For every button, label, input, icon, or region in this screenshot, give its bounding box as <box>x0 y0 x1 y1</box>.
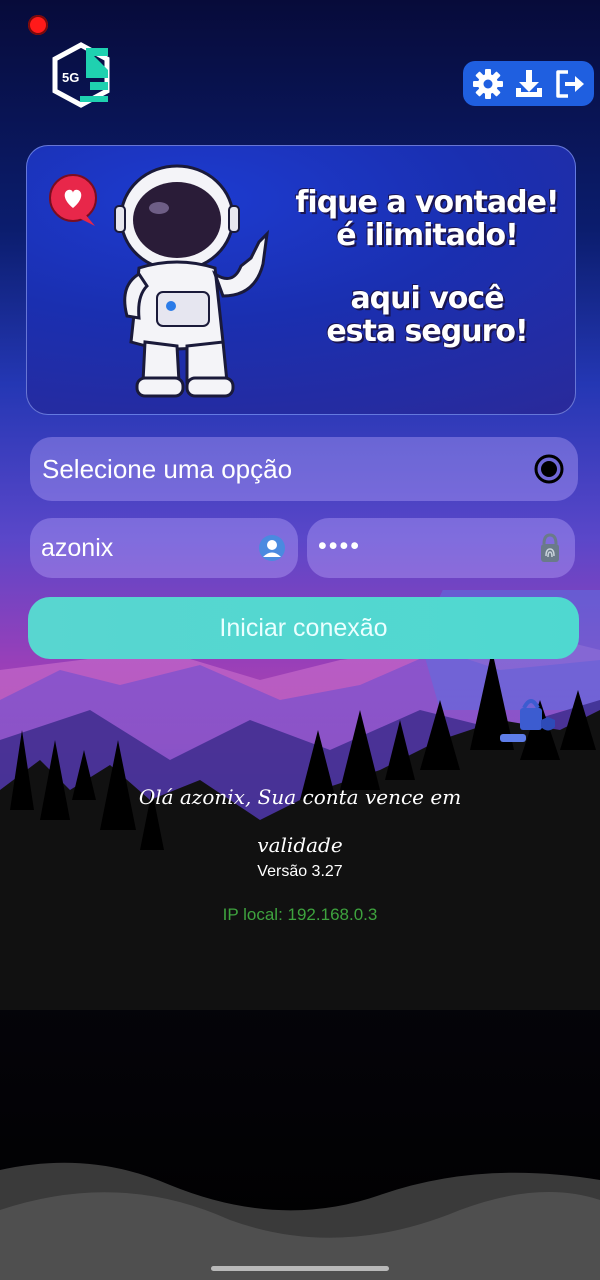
connect-button[interactable]: Iniciar conexão <box>28 597 579 659</box>
banner-line-4: esta seguro! <box>326 314 528 349</box>
banner-line-2: é ilimitado! <box>336 218 519 253</box>
account-message-line-2: validade <box>257 833 343 857</box>
bottom-waves-decoration <box>0 1162 600 1280</box>
promo-banner: fique a vontade! é ilimitado! aqui você … <box>26 145 576 415</box>
app-logo: 5G <box>50 42 112 108</box>
download-icon <box>515 69 542 97</box>
logo-text: 5G <box>62 70 79 85</box>
logout-icon <box>555 69 584 98</box>
password-field[interactable] <box>307 518 575 578</box>
settings-button[interactable] <box>470 66 506 102</box>
user-icon <box>259 535 285 561</box>
username-field[interactable] <box>30 518 298 578</box>
local-ip-label: IP local: 192.168.0.3 <box>222 905 378 924</box>
banner-text: fique a vontade! é ilimitado! aqui você … <box>277 185 575 349</box>
heart-bubble-icon <box>49 174 97 226</box>
server-select-label: Selecione uma opção <box>42 454 293 484</box>
astronaut-illustration <box>49 164 270 398</box>
download-button[interactable] <box>511 66 547 102</box>
account-message: Olá azonix, Sua conta vence em validade <box>60 773 540 869</box>
logout-button[interactable] <box>552 66 588 102</box>
radio-icon <box>534 454 564 484</box>
app-screen: 5G fique a vontade! é ilimitado! aqui vo… <box>0 0 600 1280</box>
top-toolbar <box>463 61 594 106</box>
banner-line-1: fique a vontade! <box>295 185 559 220</box>
version-label: Versão 3.27 <box>257 863 343 880</box>
banner-line-3: aqui você <box>350 281 504 316</box>
username-input[interactable] <box>41 534 241 563</box>
5g-hex-logo-icon: 5G <box>52 42 110 108</box>
gear-icon <box>472 68 503 99</box>
server-select[interactable]: Selecione uma opção <box>30 437 578 501</box>
home-indicator[interactable] <box>211 1266 389 1271</box>
account-message-line-1: Olá azonix, Sua conta vence em <box>138 785 462 809</box>
password-input[interactable] <box>318 532 518 561</box>
record-indicator <box>28 15 48 35</box>
fingerprint-lock-icon <box>541 533 559 562</box>
